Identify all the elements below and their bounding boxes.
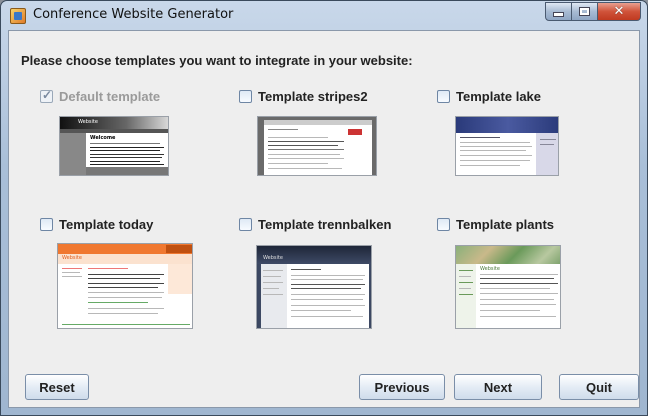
checkbox-label: Default template — [59, 89, 161, 104]
checkbox-box[interactable] — [40, 218, 53, 231]
template-option-trennbalken: Template trennbalken — [239, 217, 391, 232]
thumb-header-text: Website — [62, 255, 82, 261]
minimize-icon — [553, 12, 564, 17]
checkmark-icon: ✓ — [42, 88, 53, 102]
page-heading: Please choose templates you want to inte… — [21, 53, 413, 68]
app-icon — [10, 8, 26, 24]
checkbox-label: Template today — [59, 217, 154, 232]
checkbox-template-plants[interactable]: Template plants — [437, 217, 554, 232]
thumbnail-template-lake — [455, 116, 559, 176]
checkbox-box[interactable] — [239, 218, 252, 231]
checkbox-template-lake[interactable]: Template lake — [437, 89, 541, 104]
checkbox-label: Template plants — [456, 217, 555, 232]
thumbnail-template-stripes2 — [257, 116, 377, 176]
checkbox-default-template[interactable]: ✓ Default template — [40, 88, 161, 104]
window-title: Conference Website Generator — [33, 7, 234, 22]
previous-button[interactable]: Previous — [359, 374, 445, 400]
maximize-icon — [579, 7, 590, 16]
close-button[interactable]: ✕ — [598, 2, 641, 21]
checkbox-template-trennbalken[interactable]: Template trennbalken — [239, 217, 391, 232]
checkbox-box[interactable]: ✓ — [40, 88, 53, 103]
checkbox-box[interactable] — [437, 90, 450, 103]
checkbox-box[interactable] — [239, 90, 252, 103]
template-option-plants: Template plants — [437, 217, 554, 232]
thumbnail-default-template: Website Welcome — [59, 116, 169, 176]
title-bar[interactable]: Conference Website Generator ✕ — [1, 1, 647, 31]
thumb-welcome-text: Welcome — [90, 135, 116, 141]
minimize-button[interactable] — [545, 2, 572, 21]
thumb-header-text: Website — [480, 266, 500, 272]
caption-buttons: ✕ — [545, 2, 641, 22]
thumb-header-text: Website — [78, 119, 98, 125]
thumbnail-template-today: Website — [57, 243, 193, 329]
template-option-lake: Template lake — [437, 89, 541, 104]
next-button[interactable]: Next — [454, 374, 542, 400]
template-option-stripes2: Template stripes2 — [239, 89, 368, 104]
checkbox-label: Template lake — [456, 89, 542, 104]
template-option-default: ✓ Default template — [40, 88, 161, 104]
checkbox-template-stripes2[interactable]: Template stripes2 — [239, 89, 368, 104]
checkbox-label: Template stripes2 — [258, 89, 368, 104]
close-icon: ✕ — [613, 4, 625, 19]
thumbnail-template-plants: Website — [455, 245, 561, 329]
quit-button[interactable]: Quit — [559, 374, 639, 400]
reset-button[interactable]: Reset — [25, 374, 89, 400]
thumbnail-template-trennbalken: Website — [256, 245, 372, 329]
template-option-today: Template today — [40, 217, 153, 232]
checkbox-box[interactable] — [437, 218, 450, 231]
maximize-button[interactable] — [572, 2, 598, 21]
checkbox-template-today[interactable]: Template today — [40, 217, 153, 232]
checkbox-label: Template trennbalken — [258, 217, 392, 232]
thumb-header-text: Website — [263, 255, 283, 261]
